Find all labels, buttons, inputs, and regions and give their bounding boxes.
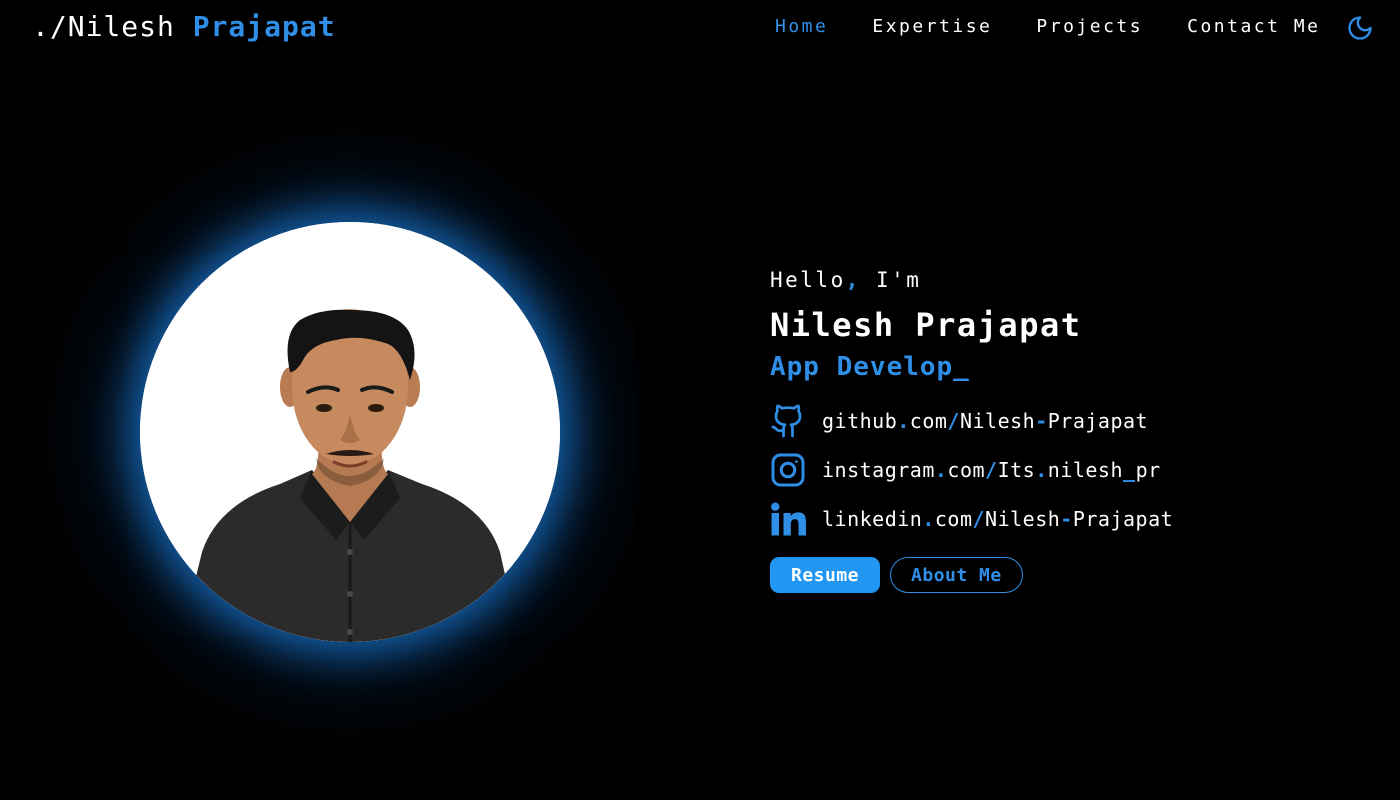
url-part: Prajapat <box>1072 506 1174 531</box>
url-separator: . <box>922 506 935 531</box>
hero-role: App Develop_ <box>770 352 970 382</box>
brand-prefix: ./Nilesh <box>32 10 175 43</box>
url-separator: _ <box>1123 457 1136 482</box>
moon-icon[interactable] <box>1346 14 1374 42</box>
url-part: Its <box>997 457 1036 482</box>
url-part: github <box>822 408 898 433</box>
nav-links: Home Expertise Projects Contact Me <box>775 16 1320 37</box>
url-part: com <box>909 408 948 433</box>
url-separator: / <box>947 408 960 433</box>
instagram-link[interactable]: instagram.com/Its.nilesh_pr <box>770 445 1370 494</box>
linkedin-url: linkedin.com/Nilesh-Prajapat <box>822 507 1173 531</box>
url-separator: / <box>972 506 986 531</box>
github-url: github.com/Nilesh-Prajapat <box>822 409 1148 433</box>
github-icon <box>771 404 802 437</box>
resume-button[interactable]: Resume <box>770 557 881 593</box>
url-part: instagram <box>822 457 935 482</box>
greeting-text: Hello, I'm <box>770 268 1370 296</box>
url-part: com <box>934 506 973 531</box>
url-separator: . <box>934 457 948 482</box>
profile-photo <box>140 222 560 642</box>
brand-logo[interactable]: ./Nilesh Prajapat <box>32 10 336 43</box>
nav-item-projects[interactable]: Projects <box>1036 16 1143 37</box>
greeting-im: I'm <box>860 268 922 292</box>
nav-item-home[interactable]: Home <box>775 16 828 37</box>
greeting-comma: , <box>845 268 861 292</box>
brand-highlight: Prajapat <box>192 10 336 43</box>
about-me-button[interactable]: About Me <box>890 557 1023 593</box>
hero-intro: Hello, I'm Nilesh Prajapat App Develop_ … <box>770 268 1370 593</box>
hero-buttons: Resume About Me <box>770 557 1370 593</box>
hero-name: Nilesh Prajapat <box>770 306 1082 344</box>
github-link[interactable]: github.com/Nilesh-Prajapat <box>770 396 1370 445</box>
nav-item-contact-me[interactable]: Contact Me <box>1187 16 1320 37</box>
url-separator: - <box>1060 506 1073 531</box>
url-part: pr <box>1135 457 1161 482</box>
url-part: Nilesh <box>985 506 1061 531</box>
url-separator: . <box>897 408 910 433</box>
url-part: Nilesh <box>959 408 1036 433</box>
url-part: nilesh <box>1047 457 1124 482</box>
instagram-url: instagram.com/Its.nilesh_pr <box>822 458 1161 482</box>
social-links: github.com/Nilesh-Prajapat instagram.com… <box>770 396 1370 543</box>
url-separator: / <box>985 457 998 482</box>
instagram-icon <box>771 453 805 486</box>
url-part: linkedin <box>822 506 923 531</box>
url-separator: . <box>1035 457 1048 482</box>
linkedin-link[interactable]: linkedin.com/Nilesh-Prajapat <box>770 494 1370 543</box>
url-separator: - <box>1035 408 1048 433</box>
greeting-hello: Hello <box>770 268 846 292</box>
url-part: com <box>947 457 986 482</box>
linkedin-icon <box>771 502 806 535</box>
nav-item-expertise[interactable]: Expertise <box>872 16 992 37</box>
url-part: Prajapat <box>1047 408 1149 433</box>
top-navbar: ./Nilesh Prajapat Home Expertise Project… <box>0 0 1400 58</box>
